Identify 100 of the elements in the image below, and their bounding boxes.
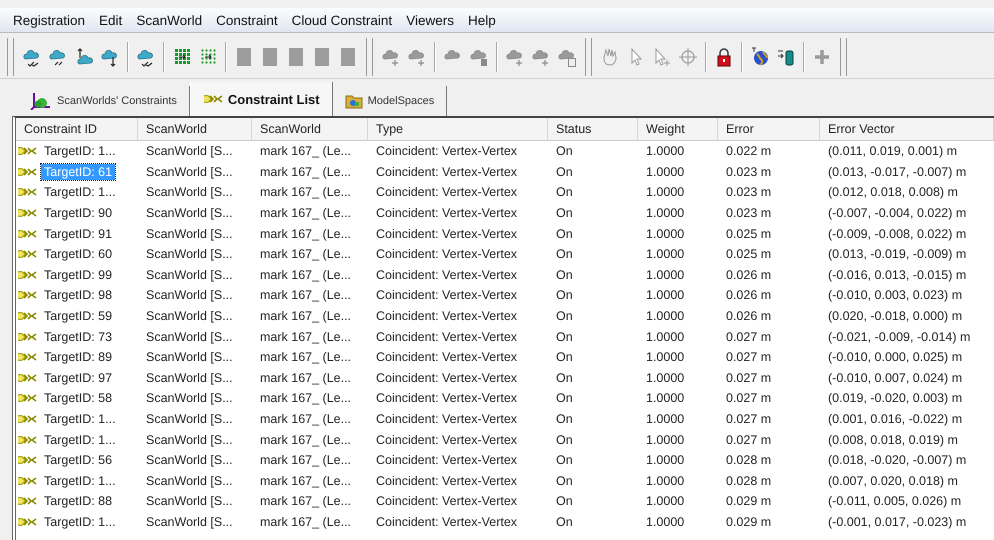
column-header[interactable]: Constraint ID xyxy=(16,118,138,140)
table-cell[interactable]: TargetID: 1... xyxy=(41,514,119,530)
table-cell[interactable]: TargetID: 90 xyxy=(41,205,116,222)
menu-item[interactable]: Constraint xyxy=(209,12,285,28)
table-cell-text: Coincident: Vertex-Vertex xyxy=(375,309,518,324)
table-cell-text: Coincident: Vertex-Vertex xyxy=(375,185,518,200)
toolbar-grip[interactable] xyxy=(366,38,373,76)
table-cell-text: 1.0000 xyxy=(645,144,686,158)
chain-icon xyxy=(17,372,37,383)
table-cell-text: (-0.010, 0.000, 0.025) m xyxy=(827,350,964,364)
chain-icon xyxy=(17,414,37,424)
chain-icon xyxy=(17,393,37,404)
table-cell-text: ScanWorld [S... xyxy=(145,391,234,406)
column-header[interactable]: Error Vector xyxy=(820,118,994,140)
table-cell-text: On xyxy=(555,164,574,179)
table-cell-text: Coincident: Vertex-Vertex xyxy=(375,494,518,508)
table-cell[interactable]: TargetID: 1... xyxy=(41,411,119,428)
table-cell-text: 0.023 m xyxy=(725,164,772,179)
table-cell-text: mark 167_ (Le... xyxy=(259,185,352,200)
table-cell[interactable]: TargetID: 58 xyxy=(41,390,116,406)
chain-icon xyxy=(202,94,223,104)
table-cell-text: On xyxy=(555,144,574,158)
chain-icon xyxy=(17,496,37,506)
table-cell-text: ScanWorld [S... xyxy=(145,412,234,426)
table-cell-text: (-0.007, -0.004, 0.022) m xyxy=(827,206,968,220)
table-cell-text: mark 167_ (Le... xyxy=(259,494,352,508)
toolbar-grip[interactable] xyxy=(585,38,592,76)
table-cell-text: (0.001, 0.016, -0.022) m xyxy=(827,412,964,426)
table-cell-text: ScanWorld [S... xyxy=(145,268,234,282)
table-cell-text: 1.0000 xyxy=(645,432,686,447)
menu-item[interactable]: Edit xyxy=(92,12,130,28)
table-cell-text: mark 167_ (Le... xyxy=(259,453,352,468)
table-cell-text: On xyxy=(555,453,574,468)
toolbar-grip[interactable] xyxy=(840,38,847,76)
table-cell-text: mark 167_ (Le... xyxy=(259,370,352,385)
table-cell[interactable]: TargetID: 88 xyxy=(41,493,116,510)
table-cell-text: mark 167_ (Le... xyxy=(259,268,352,282)
table-cell-text: (-0.009, -0.008, 0.022) m xyxy=(827,226,968,241)
table-cell[interactable]: TargetID: 59 xyxy=(41,308,116,324)
table-cell[interactable]: TargetID: 91 xyxy=(41,226,116,242)
column-header[interactable]: Type xyxy=(368,118,548,140)
menu-item[interactable]: ScanWorld xyxy=(129,12,210,28)
table-cell[interactable]: TargetID: 1... xyxy=(41,184,119,200)
table-cell[interactable]: TargetID: 98 xyxy=(41,287,116,304)
table-cell-text: (-0.011, 0.005, 0.026) m xyxy=(827,494,962,508)
menu-item[interactable]: Registration xyxy=(6,12,92,28)
table-cell-text: Coincident: Vertex-Vertex xyxy=(375,432,518,447)
table-cell[interactable]: TargetID: 1... xyxy=(41,472,119,489)
toolbar-grip[interactable] xyxy=(7,38,14,76)
menu-item[interactable]: Help xyxy=(460,12,503,28)
table-cell-text: 1.0000 xyxy=(645,309,686,324)
table-cell-text: 0.027 m xyxy=(725,330,772,344)
tab[interactable]: ModelSpaces xyxy=(332,86,448,116)
table-cell-text: On xyxy=(555,474,574,488)
column-header[interactable]: Weight xyxy=(638,118,718,140)
table-cell-text: On xyxy=(555,412,574,426)
chain-icon xyxy=(17,455,37,466)
table-cell-text: 1.0000 xyxy=(645,288,686,302)
table-cell-text: 0.028 m xyxy=(725,474,772,488)
table-cell[interactable]: TargetID: 73 xyxy=(41,328,116,345)
column-header[interactable]: Status xyxy=(548,118,638,140)
table-cell-text: mark 167_ (Le... xyxy=(259,144,352,158)
table-cell-text: mark 167_ (Le... xyxy=(259,226,352,241)
table-cell[interactable]: TargetID: 97 xyxy=(41,370,116,386)
column-header[interactable]: ScanWorld xyxy=(252,118,368,140)
table-cell-text: Coincident: Vertex-Vertex xyxy=(375,288,518,302)
table-cell-text: On xyxy=(555,206,574,220)
table-cell-text: On xyxy=(555,391,574,406)
globe-icon[interactable] xyxy=(749,46,771,68)
chain-icon xyxy=(17,166,37,177)
table-cell[interactable]: TargetID: 89 xyxy=(41,349,116,366)
table-cell[interactable]: TargetID: 1... xyxy=(41,143,119,160)
table-cell-text: On xyxy=(555,309,574,324)
menu-item[interactable]: Cloud Constraint xyxy=(284,12,400,28)
table-cell[interactable]: TargetID: 56 xyxy=(41,452,116,468)
table-cell-text: 0.028 m xyxy=(725,453,772,468)
table-cell-text: mark 167_ (Le... xyxy=(259,330,352,344)
chain-icon xyxy=(17,249,37,260)
table-cell-text: On xyxy=(555,226,574,241)
table-cell-text: 0.025 m xyxy=(725,226,772,241)
tab[interactable]: Constraint List xyxy=(190,82,333,116)
chain-icon xyxy=(17,228,37,239)
table-cell[interactable]: TargetID: 60 xyxy=(41,246,116,262)
table-cell[interactable]: TargetID: 1... xyxy=(41,432,119,448)
menu-item[interactable]: Viewers xyxy=(399,12,461,28)
table-cell-text: 1.0000 xyxy=(645,330,686,344)
table-cell-text: 1.0000 xyxy=(645,494,686,508)
column-header[interactable]: Error xyxy=(718,118,820,140)
table-cell-text: 1.0000 xyxy=(645,474,686,488)
table-cell-text: 1.0000 xyxy=(645,514,686,529)
table-cell-text: mark 167_ (Le... xyxy=(259,412,352,426)
table-cell-text: mark 167_ (Le... xyxy=(259,309,352,324)
table-cell-text: On xyxy=(555,432,574,447)
column-header[interactable]: ScanWorld xyxy=(138,118,252,140)
table-cell-text: mark 167_ (Le... xyxy=(259,514,352,529)
chain-icon xyxy=(17,332,37,342)
table-cell-text: 1.0000 xyxy=(645,350,686,364)
table-cell-text: Coincident: Vertex-Vertex xyxy=(375,412,518,426)
table-cell-text: Coincident: Vertex-Vertex xyxy=(375,226,518,241)
table-cell[interactable]: TargetID: 99 xyxy=(41,266,116,283)
